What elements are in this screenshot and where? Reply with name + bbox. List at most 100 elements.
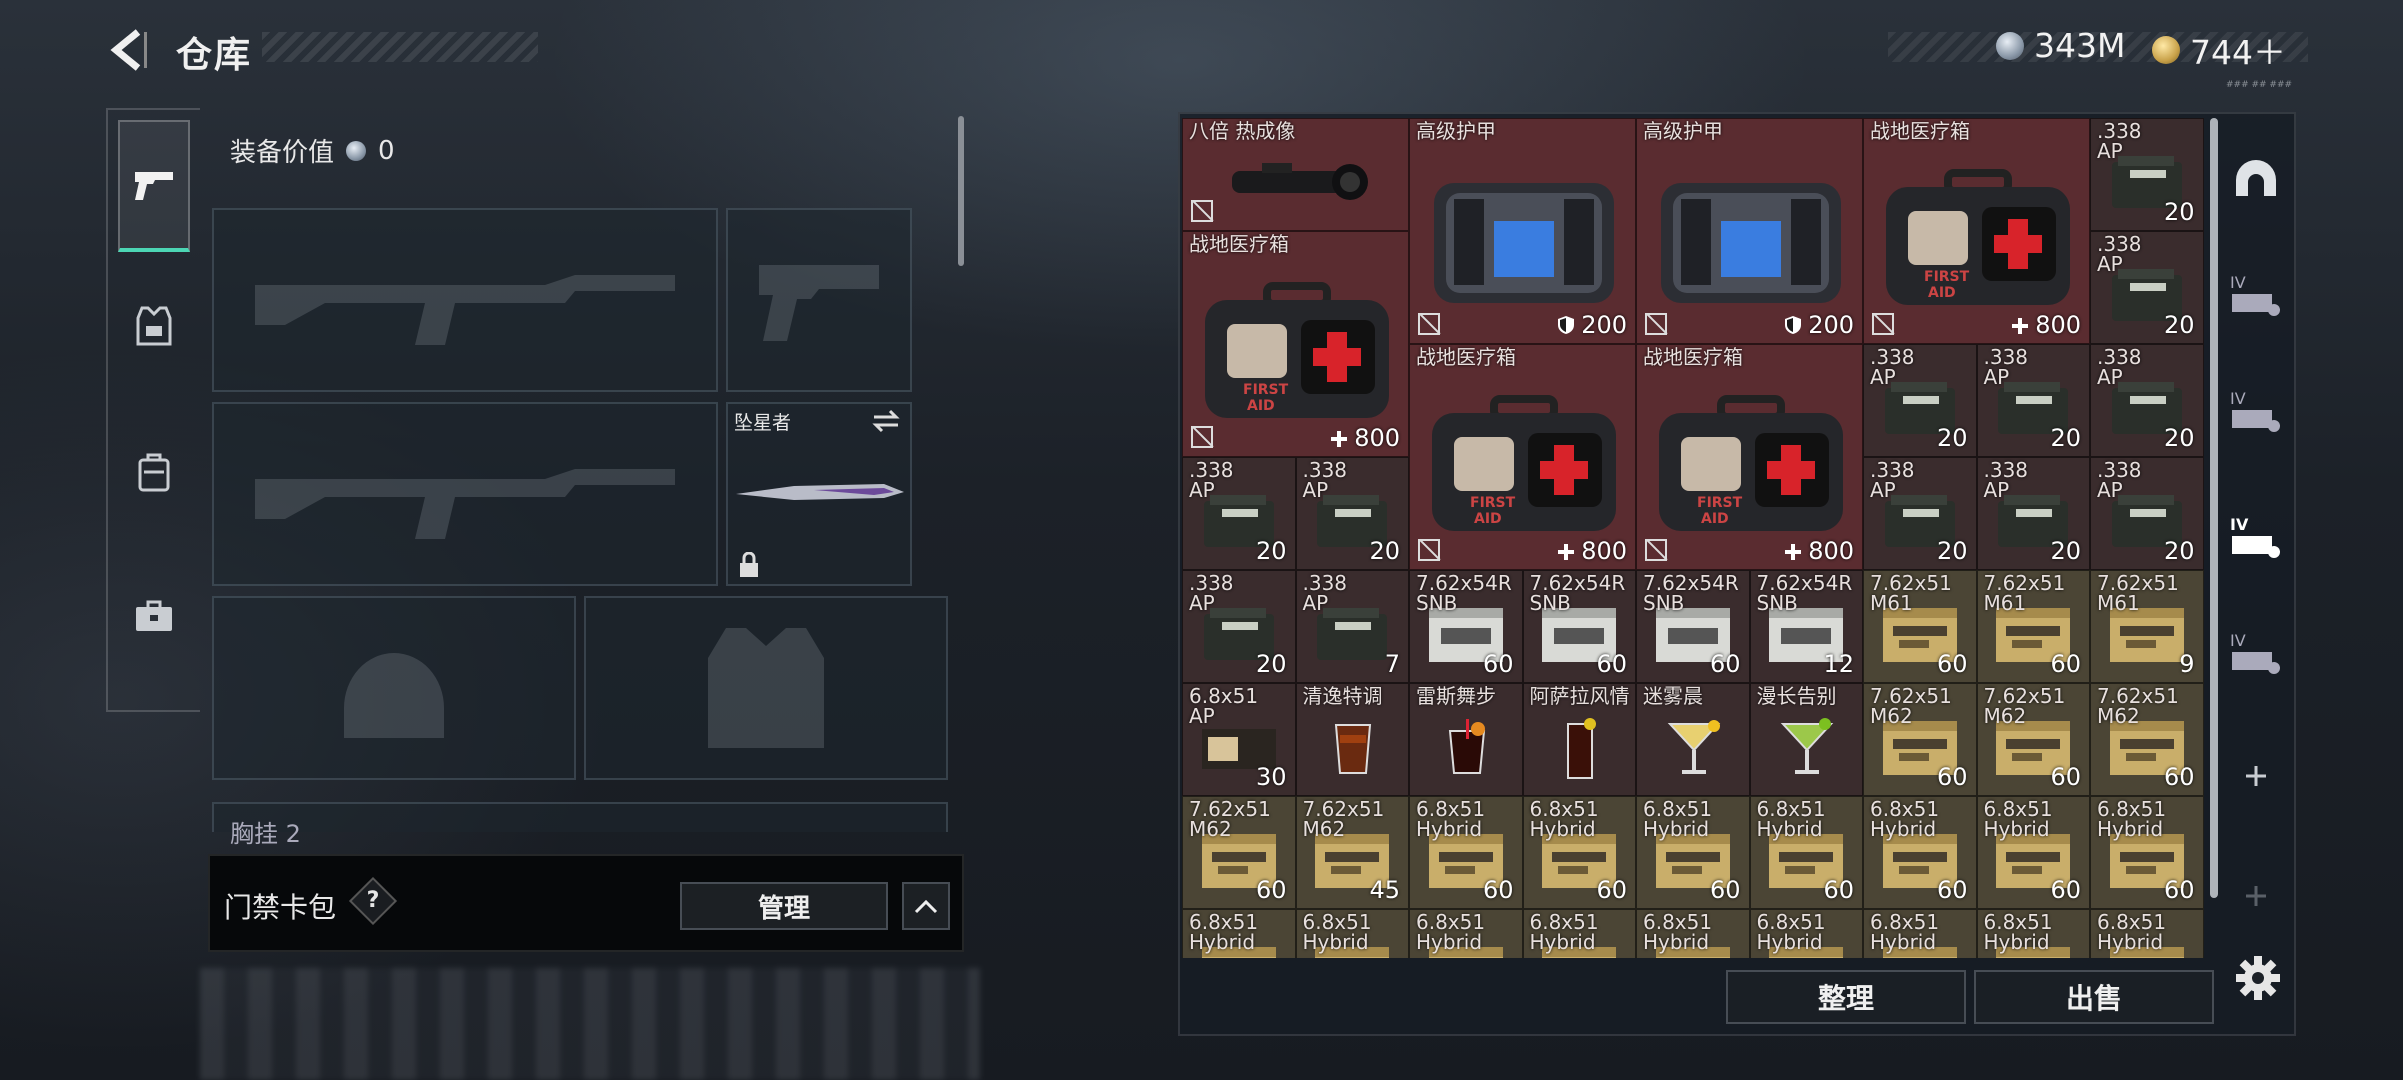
dome-icon[interactable]	[2226, 148, 2286, 208]
inventory-item[interactable]: 迷雾晨	[1636, 683, 1750, 796]
inventory-item[interactable]: 6.8x51 Hybrid 60	[1749, 796, 1863, 909]
inventory-item[interactable]: 战地医疗箱 FIRST AID 800	[1863, 118, 2090, 344]
item-name: 雷斯舞步	[1416, 684, 1496, 708]
back-arrow-icon[interactable]	[108, 28, 148, 72]
tab-armor[interactable]	[118, 260, 190, 392]
inventory-item[interactable]: .338 AP 20	[1182, 570, 1296, 683]
item-name: 7.62x54R SNB	[1643, 571, 1739, 615]
item-quantity: 60	[2050, 650, 2081, 678]
inventory-item[interactable]: 7.62x51 M62 45	[1295, 796, 1409, 909]
storage-iv-icon[interactable]: IV	[2226, 622, 2286, 682]
inventory-item[interactable]: 6.8x51 AP 30	[1182, 683, 1296, 796]
inventory-item[interactable]: .338 AP 20	[1863, 457, 1977, 570]
inventory-item[interactable]: 7.62x51 M62 60	[2090, 683, 2204, 796]
storage-iv-active-icon[interactable]: IV	[2226, 506, 2286, 566]
svg-text:FIRST: FIRST	[1697, 495, 1743, 511]
melee-slot[interactable]: 坠星者	[726, 402, 912, 586]
storage-iv-icon[interactable]: IV	[2226, 264, 2286, 324]
loadout-scrollbar[interactable]	[958, 116, 964, 266]
inventory-item[interactable]: 7.62x51 M62 60	[1976, 683, 2090, 796]
secondary-weapon-slot[interactable]	[212, 402, 718, 586]
inventory-item[interactable]: .338 AP 20	[2090, 231, 2204, 344]
body-armor-slot[interactable]	[584, 596, 948, 780]
inventory-item[interactable]: 6.8x51 Hybrid 60	[1976, 796, 2090, 909]
pistol-icon	[135, 172, 173, 200]
sort-button[interactable]: 整理	[1726, 970, 1966, 1024]
inventory-item[interactable]: .338 AP 20	[1295, 457, 1409, 570]
inventory-item[interactable]: 6.8x51 Hybrid	[1522, 909, 1636, 958]
inventory-item[interactable]: 7.62x51 M61 60	[1863, 570, 1977, 683]
inventory-item[interactable]: 6.8x51 Hybrid 60	[1409, 796, 1523, 909]
inventory-item[interactable]: 漫长告别	[1749, 683, 1863, 796]
inventory-item[interactable]: 7.62x54R SNB 60	[1636, 570, 1750, 683]
inventory-item[interactable]: 6.8x51 Hybrid	[1749, 909, 1863, 958]
inventory-item[interactable]: 7.62x51 M62 60	[1863, 683, 1977, 796]
inventory-item[interactable]: .338 AP 20	[1182, 457, 1296, 570]
gold-currency[interactable]: 744＋	[2152, 26, 2286, 74]
inventory-item[interactable]: 6.8x51 Hybrid	[1863, 909, 1977, 958]
inventory-item[interactable]: .338 AP 20	[2090, 457, 2204, 570]
inventory-item[interactable]: 阿萨拉风情	[1522, 683, 1636, 796]
inventory-item[interactable]: 战地医疗箱 FIRST AID 800	[1182, 231, 1409, 457]
inventory-item[interactable]: .338 AP 20	[2090, 118, 2204, 231]
helmet-slot[interactable]	[212, 596, 576, 780]
untradable-icon	[1645, 313, 1667, 335]
inventory-item[interactable]: 7.62x54R SNB 60	[1409, 570, 1523, 683]
silver-currency[interactable]: 343M	[1996, 26, 2125, 65]
primary-weapon-slot[interactable]	[212, 208, 718, 392]
inventory-item[interactable]: 高级护甲 200	[1636, 118, 1863, 344]
inventory-item[interactable]: 6.8x51 Hybrid	[1636, 909, 1750, 958]
manage-button[interactable]: 管理	[680, 882, 888, 930]
inventory-item[interactable]: .338 AP 20	[1976, 344, 2090, 457]
item-quantity: 30	[1255, 763, 1287, 791]
inventory-item[interactable]: 6.8x51 Hybrid	[1409, 909, 1523, 958]
help-icon[interactable]: ?	[348, 876, 398, 926]
inventory-item[interactable]: 6.8x51 Hybrid	[1295, 909, 1409, 958]
sell-button[interactable]: 出售	[1974, 970, 2214, 1024]
gear-icon[interactable]	[2234, 954, 2282, 1002]
item-name: 7.62x51 M62	[1302, 797, 1385, 841]
inventory-item[interactable]: 6.8x51 Hybrid 60	[2090, 796, 2204, 909]
silver-amount: 343M	[2034, 26, 2126, 65]
inventory-item[interactable]: 雷斯舞步	[1409, 683, 1523, 796]
inventory-item[interactable]: .338 AP 20	[2090, 344, 2204, 457]
swap-icon[interactable]	[870, 408, 902, 434]
tab-backpack[interactable]	[118, 406, 190, 538]
collapse-button[interactable]	[902, 882, 950, 930]
item-quantity: 7	[1384, 650, 1400, 678]
item-name: 6.8x51 Hybrid	[1416, 910, 1486, 954]
inventory-item[interactable]: 6.8x51 Hybrid	[1976, 909, 2090, 958]
drink-martini-yellow-icon	[1664, 714, 1724, 784]
inventory-item[interactable]: 清逸特调	[1295, 683, 1409, 796]
inventory-item[interactable]: 战地医疗箱 FIRST AID 800	[1409, 344, 1636, 570]
inventory-item[interactable]: .338 AP 7	[1295, 570, 1409, 683]
item-name: 6.8x51 Hybrid	[1529, 910, 1599, 954]
chest-rig-slot[interactable]	[212, 802, 948, 832]
inventory-item[interactable]: 6.8x51 Hybrid 60	[1522, 796, 1636, 909]
inventory-item[interactable]: 6.8x51 Hybrid 60	[1863, 796, 1977, 909]
chevron-up-icon	[914, 899, 938, 914]
inventory-item[interactable]: 6.8x51 Hybrid	[1182, 909, 1296, 958]
tab-weapons[interactable]	[118, 120, 190, 252]
inventory-item[interactable]: 八倍 热成像	[1182, 118, 1409, 231]
add-storage-icon[interactable]	[2226, 866, 2286, 926]
sidearm-slot[interactable]	[726, 208, 912, 392]
warehouse-scrollbar[interactable]	[2210, 118, 2218, 898]
inventory-item[interactable]: 7.62x51 M61 60	[1976, 570, 2090, 683]
inventory-item[interactable]: 6.8x51 Hybrid 60	[1636, 796, 1750, 909]
inventory-item[interactable]: 7.62x54R SNB 60	[1522, 570, 1636, 683]
storage-iv-icon[interactable]: IV	[2226, 380, 2286, 440]
item-name: .338 AP	[2097, 458, 2142, 502]
inventory-item[interactable]: 7.62x51 M61 9	[2090, 570, 2204, 683]
inventory-item[interactable]: .338 AP 20	[1863, 344, 1977, 457]
inventory-item[interactable]: .338 AP 20	[1976, 457, 2090, 570]
drink-amber-icon	[1328, 717, 1378, 781]
inventory-item[interactable]: 高级护甲 200	[1409, 118, 1636, 344]
inventory-item[interactable]: 6.8x51 Hybrid	[2090, 909, 2204, 958]
add-storage-icon[interactable]	[2226, 746, 2286, 806]
item-quantity: 20	[1369, 537, 1400, 565]
tab-toolbox[interactable]	[118, 550, 190, 682]
inventory-item[interactable]: 战地医疗箱 FIRST AID 800	[1636, 344, 1863, 570]
inventory-item[interactable]: 7.62x54R SNB 12	[1749, 570, 1863, 683]
inventory-item[interactable]: 7.62x51 M62 60	[1182, 796, 1296, 909]
